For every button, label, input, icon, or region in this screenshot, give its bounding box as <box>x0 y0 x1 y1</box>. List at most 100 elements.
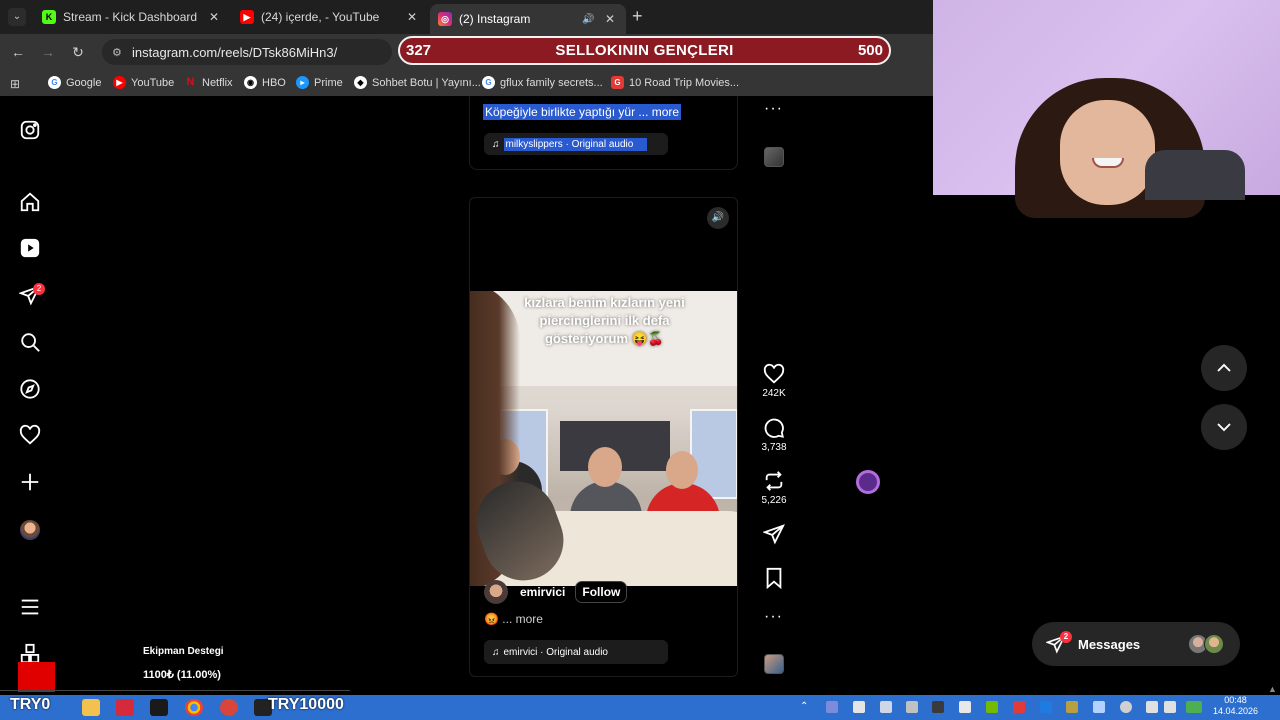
webcam-streamer-shoulder <box>1145 150 1245 200</box>
reel-caption-more[interactable]: 😡 ... more <box>484 612 543 626</box>
battery-icon[interactable] <box>1186 701 1202 713</box>
audio-thumbnail[interactable] <box>764 654 784 674</box>
author-avatar[interactable] <box>484 580 508 604</box>
site-info-icon[interactable]: ⚙ <box>112 46 126 59</box>
video-caption-line: piercinglerini ilk defa <box>539 313 670 328</box>
reel-audio[interactable]: ♫ emirvici · Original audio <box>484 640 668 664</box>
previous-reel-button[interactable] <box>1201 345 1247 391</box>
tray-icon[interactable] <box>880 701 892 713</box>
instagram-icon: ◎ <box>438 12 452 26</box>
bookmark-icon <box>766 567 782 589</box>
nvidia-icon[interactable] <box>986 701 998 713</box>
tray-icon[interactable] <box>1066 701 1078 713</box>
app-icon[interactable] <box>150 699 168 716</box>
tab-instagram[interactable]: ◎ (2) Instagram 🔊 ✕ <box>430 4 626 34</box>
bookmark-youtube[interactable]: ▶ YouTube <box>113 76 174 89</box>
menu-icon[interactable] <box>19 596 41 618</box>
apps-grid-icon[interactable]: ⊞ <box>10 77 20 91</box>
bookmark-google[interactable]: G Google <box>48 76 101 89</box>
donation-goal: Ekipman Destegi 1100₺ (11.00%) <box>143 646 224 681</box>
video-caption-line: kızlara benim kızların yeni <box>524 295 685 310</box>
youtube-icon: ▶ <box>113 76 126 89</box>
chevron-down-icon <box>1217 423 1231 432</box>
tray-icon[interactable] <box>826 701 838 713</box>
messages-button[interactable]: 2 Messages <box>1032 622 1240 666</box>
tray-icon[interactable] <box>1093 701 1105 713</box>
create-icon[interactable] <box>19 471 41 493</box>
previous-more-options-icon[interactable]: ··· <box>764 100 783 118</box>
bookmark-sohbet-botu[interactable]: ◆ Sohbet Botu | Yayını... <box>354 76 481 89</box>
previous-reel-audio[interactable]: ♫ milkyslippers · Original audio <box>484 133 668 155</box>
tab-youtube[interactable]: ▶ (24) içerde, - YouTube ✕ <box>232 4 428 30</box>
file-explorer-icon[interactable] <box>82 699 100 716</box>
previous-audio-thumbnail[interactable] <box>764 147 784 167</box>
video-person-head <box>588 447 622 487</box>
profile-icon[interactable] <box>20 520 40 540</box>
home-icon[interactable] <box>19 191 41 213</box>
bookmark-prime[interactable]: ▸ Prime <box>296 76 343 89</box>
hbo-icon: ◉ <box>244 76 257 89</box>
reels-icon[interactable] <box>19 237 41 259</box>
author-username[interactable]: emirvici <box>520 585 565 599</box>
share-button[interactable] <box>752 523 796 548</box>
volume-icon[interactable] <box>1164 701 1176 713</box>
close-tab-icon[interactable]: ✕ <box>404 10 420 24</box>
close-tab-icon[interactable]: ✕ <box>602 12 618 26</box>
comment-button[interactable]: 3,738 <box>752 417 796 453</box>
donation-divider <box>0 690 350 691</box>
reel-author: emirvici Follow <box>484 580 734 604</box>
reel-card: 🔊 kızlara benim kızların yeni piercingle… <box>469 197 738 677</box>
taskbar-clock[interactable]: 00:48 14.04.2026 <box>1213 695 1258 717</box>
app-icon[interactable] <box>116 699 134 716</box>
bookmark-hbo[interactable]: ◉ HBO <box>244 76 286 89</box>
bookmark-gflux[interactable]: Ggflux family secrets... <box>482 76 603 89</box>
tray-icon[interactable] <box>906 701 918 713</box>
search-icon[interactable] <box>19 331 41 353</box>
instagram-logo-icon[interactable] <box>19 119 41 141</box>
follow-button[interactable]: Follow <box>575 581 628 603</box>
back-button[interactable]: ← <box>8 42 28 62</box>
tray-icon[interactable] <box>932 701 944 713</box>
music-note-icon: ♫ <box>492 646 500 658</box>
tab-title: (24) içerde, - YouTube <box>261 10 380 24</box>
tray-icon[interactable] <box>853 701 865 713</box>
like-button[interactable]: 242K <box>752 363 796 399</box>
bluetooth-icon[interactable] <box>1040 701 1052 713</box>
netflix-icon: N <box>186 76 195 88</box>
page-scroll-arrow-icon[interactable]: ▲ <box>1268 684 1277 694</box>
tab-search-button[interactable]: ⌄ <box>8 8 26 26</box>
previous-reel-caption[interactable]: Köpeğiyle birlikte yaptığı yür ... more <box>483 104 682 120</box>
wifi-icon[interactable] <box>1146 701 1158 713</box>
goal-left-value: 327 <box>406 42 432 59</box>
more-link[interactable]: ... more <box>638 105 679 119</box>
new-tab-button[interactable]: + <box>632 6 643 27</box>
speaker-icon[interactable]: 🔊 <box>582 14 598 25</box>
repost-button[interactable]: 5,226 <box>752 470 796 506</box>
donation-title: Ekipman Destegi <box>143 646 224 657</box>
chrome-icon[interactable] <box>185 699 203 716</box>
repost-icon <box>765 471 783 491</box>
next-reel-button[interactable] <box>1201 404 1247 450</box>
heart-icon[interactable] <box>19 424 41 446</box>
reload-button[interactable]: ↻ <box>68 42 88 62</box>
bookmark-label: 10 Road Trip Movies... <box>629 76 740 89</box>
volume-icon[interactable]: 🔊 <box>707 207 729 229</box>
chevron-up-icon[interactable]: ⌃ <box>800 701 812 713</box>
tab-title: (2) Instagram <box>459 12 531 26</box>
messages-badge: 2 <box>1060 631 1072 643</box>
save-button[interactable] <box>752 567 796 592</box>
obs-icon[interactable] <box>220 699 238 716</box>
browser-tab-bar: ⌄ K Stream - Kick Dashboard ✕ ▶ (24) içe… <box>0 0 933 34</box>
close-tab-icon[interactable]: ✕ <box>206 10 222 24</box>
tray-icon[interactable] <box>959 701 971 713</box>
reel-video[interactable]: kızlara benim kızların yeni piercingleri… <box>470 291 737 586</box>
address-bar[interactable]: ⚙ instagram.com/reels/DTsk86MiHn3/ <box>102 39 392 65</box>
explore-icon[interactable] <box>19 378 41 400</box>
more-options-icon[interactable]: ··· <box>764 608 783 626</box>
bookmark-netflix[interactable]: N Netflix <box>184 76 233 89</box>
bookmark-road-trip[interactable]: G 10 Road Trip Movies... <box>611 76 739 89</box>
tab-kick-dashboard[interactable]: K Stream - Kick Dashboard ✕ <box>34 4 230 30</box>
microphone-icon[interactable] <box>1120 701 1132 713</box>
forward-button[interactable]: → <box>38 42 58 62</box>
tray-icon[interactable] <box>1013 701 1025 713</box>
